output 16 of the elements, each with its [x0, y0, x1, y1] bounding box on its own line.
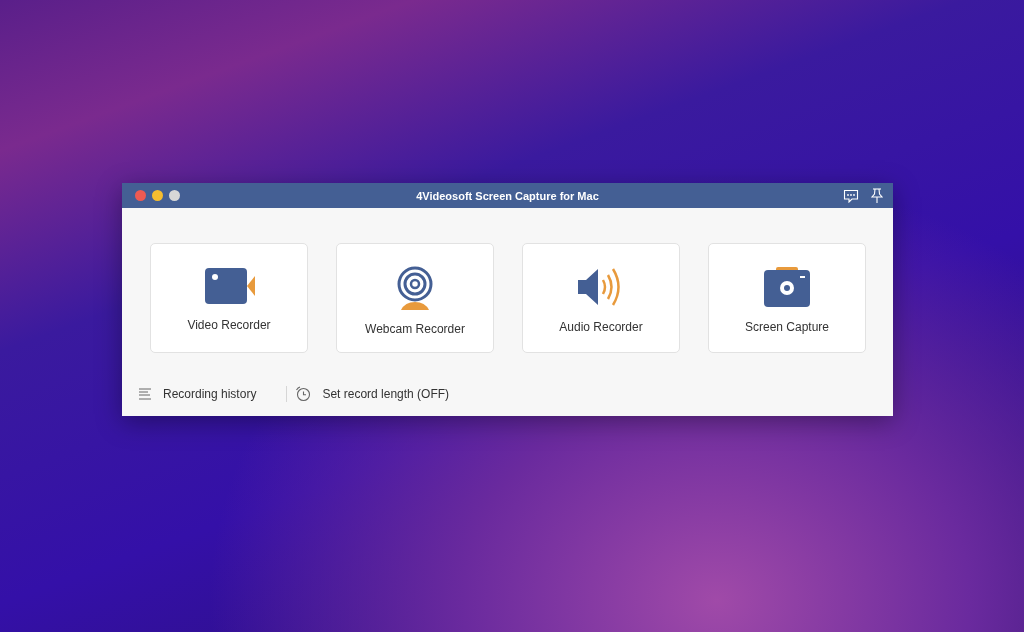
zoom-button[interactable]: [169, 190, 180, 201]
clock-icon: [295, 386, 312, 402]
camera-icon: [762, 266, 812, 308]
list-icon: [138, 388, 152, 400]
recorder-card[interactable]: Screen Capture: [708, 243, 866, 353]
recorder-card[interactable]: Video Recorder: [150, 243, 308, 353]
recorder-card[interactable]: Audio Recorder: [522, 243, 680, 353]
history-button[interactable]: Recording history: [138, 387, 257, 401]
chat-icon[interactable]: [843, 188, 859, 203]
webcam-icon: [395, 266, 435, 310]
video-camera-icon: [202, 266, 256, 306]
window-title: 4Videosoft Screen Capture for Mac: [416, 189, 599, 202]
record-length-button[interactable]: Set record length (OFF): [295, 386, 450, 402]
pin-icon[interactable]: [871, 187, 883, 204]
minimize-button[interactable]: [152, 190, 163, 201]
recorder-card[interactable]: Webcam Recorder: [336, 243, 494, 353]
